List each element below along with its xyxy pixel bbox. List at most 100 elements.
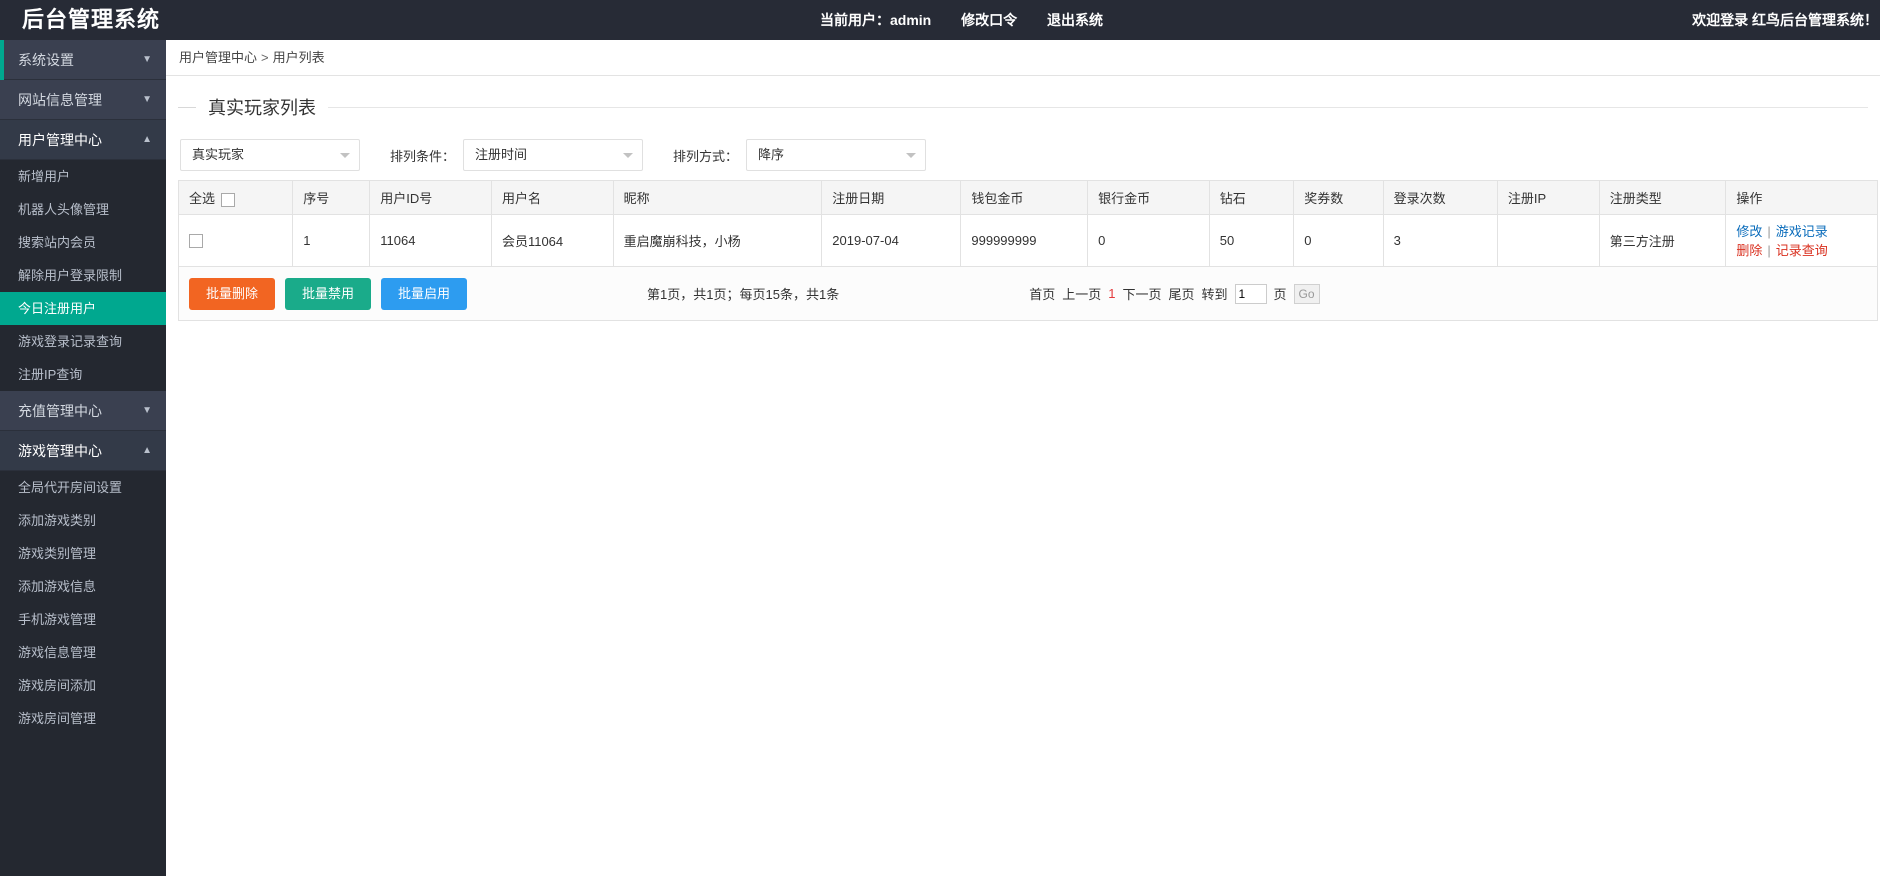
- sidebar-item-4-7[interactable]: 游戏房间管理: [0, 702, 166, 735]
- sidebar-item-2-2[interactable]: 搜索站内会员: [0, 226, 166, 259]
- sort-order-select[interactable]: 降序: [746, 139, 927, 171]
- select-all-checkbox[interactable]: [221, 192, 236, 207]
- delete-link[interactable]: 删除: [1736, 243, 1762, 258]
- sidebar-item-4-6[interactable]: 游戏房间添加: [0, 669, 166, 702]
- sidebar-item-label: 游戏信息管理: [18, 645, 97, 660]
- sidebar-item-4-2[interactable]: 游戏类别管理: [0, 537, 166, 570]
- cell-ticket-value: 0: [1304, 233, 1312, 248]
- topbar-center-group: 当前用户：admin 修改口令 退出系统: [820, 0, 1103, 40]
- cell-reg-ip: [1496, 214, 1600, 267]
- row-checkbox[interactable]: [189, 234, 203, 249]
- sidebar-item-2-3[interactable]: 解除用户登录限制: [0, 259, 166, 292]
- page-title: 真实玩家列表: [208, 98, 316, 118]
- sidebar-item-label: 机器人头像管理: [18, 202, 110, 217]
- player-type-select[interactable]: 真实玩家: [180, 139, 360, 171]
- chevron-down-icon: ▼: [142, 54, 152, 65]
- action-line-1: 修改 | 游戏记录: [1736, 222, 1867, 241]
- cell-username-value: 会员11064: [501, 234, 564, 249]
- cell-bank-coin: 0: [1087, 214, 1210, 267]
- sidebar-item-2-1[interactable]: 机器人头像管理: [0, 193, 166, 226]
- cell-diamond: 50: [1208, 214, 1295, 267]
- breadcrumb-parent[interactable]: 用户管理中心: [179, 50, 257, 65]
- sidebar-item-4-0[interactable]: 全局代开房间设置: [0, 471, 166, 504]
- sidebar-group-2[interactable]: 用户管理中心 ▲: [0, 120, 166, 160]
- current-user-label: 当前用户：admin: [820, 12, 932, 28]
- sidebar-group-label: 系统设置: [18, 52, 74, 68]
- sidebar-item-label: 注册IP查询: [18, 367, 83, 382]
- cell-reg-type: 第三方注册: [1598, 214, 1727, 267]
- sidebar-item-label: 添加游戏信息: [18, 579, 97, 594]
- column-header-label: 用户名: [501, 191, 541, 206]
- column-header-0: 全选: [177, 180, 294, 215]
- page-current: 1: [1108, 286, 1116, 301]
- cell-nickname-value: 重启魔崩科技，小杨: [623, 234, 741, 249]
- batch-enable-button[interactable]: 批量启用: [381, 277, 468, 310]
- column-header-label: 序号: [303, 191, 330, 206]
- chevron-down-icon: [623, 153, 634, 158]
- column-header-10: 登录次数: [1382, 180, 1498, 215]
- sidebar-item-label: 游戏登录记录查询: [18, 334, 123, 349]
- cell-index: 1: [292, 214, 371, 267]
- title-rule-right: [328, 106, 1868, 108]
- sidebar-item-label: 添加游戏类别: [18, 513, 97, 528]
- chevron-up-icon: ▲: [142, 445, 152, 456]
- sidebar-item-label: 游戏房间管理: [18, 711, 97, 726]
- sidebar-item-4-5[interactable]: 游戏信息管理: [0, 636, 166, 669]
- column-header-label: 钻石: [1219, 191, 1246, 206]
- sort-order-label: 排列方式：: [673, 148, 739, 164]
- sidebar-item-label: 搜索站内会员: [18, 235, 97, 250]
- cell-login-count-value: 3: [1393, 233, 1401, 248]
- sidebar-group-1[interactable]: 网站信息管理 ▼: [0, 80, 166, 120]
- pagination-controls: 首页 上一页 1 下一页 尾页 转到 页 Go: [1029, 283, 1320, 304]
- welcome-message: 欢迎登录 红鸟后台管理系统！: [1692, 12, 1878, 28]
- title-rule-left: [178, 106, 196, 108]
- sort-field-select[interactable]: 注册时间: [463, 139, 644, 171]
- sidebar-group-3[interactable]: 充值管理中心 ▼: [0, 391, 166, 431]
- sidebar-group-4[interactable]: 游戏管理中心 ▲: [0, 431, 166, 471]
- sidebar-item-4-3[interactable]: 添加游戏信息: [0, 570, 166, 603]
- batch-delete-button[interactable]: 批量删除: [189, 277, 276, 310]
- pagination-summary: 第1页，共1页；每页15条，共1条: [647, 287, 840, 302]
- chevron-down-icon: ▼: [142, 405, 152, 416]
- batch-disable-button[interactable]: 批量禁用: [285, 277, 372, 310]
- chevron-down-icon: [906, 153, 917, 158]
- sidebar-item-2-5[interactable]: 游戏登录记录查询: [0, 325, 166, 358]
- sidebar-item-4-1[interactable]: 添加游戏类别: [0, 504, 166, 537]
- query-record-link[interactable]: 记录查询: [1776, 243, 1828, 258]
- sidebar-item-2-0[interactable]: 新增用户: [0, 160, 166, 193]
- column-header-label: 用户ID号: [380, 191, 433, 206]
- page-last-link[interactable]: 尾页: [1168, 284, 1194, 303]
- page-prev-link[interactable]: 上一页: [1062, 284, 1101, 303]
- page-first-link[interactable]: 首页: [1029, 284, 1055, 303]
- change-password-link[interactable]: 修改口令: [961, 12, 1017, 28]
- sidebar-group-0[interactable]: 系统设置 ▼: [0, 40, 166, 80]
- column-header-7: 银行金币: [1087, 180, 1210, 215]
- sidebar-item-label: 解除用户登录限制: [18, 268, 123, 283]
- column-header-label: 银行金币: [1098, 191, 1151, 206]
- page-jump-label: 转到: [1201, 287, 1228, 302]
- cell-reg-type-value: 第三方注册: [1609, 234, 1675, 249]
- chevron-up-icon: ▲: [142, 134, 152, 145]
- sidebar-item-label: 游戏类别管理: [18, 546, 97, 561]
- game-record-link[interactable]: 游戏记录: [1776, 224, 1828, 239]
- column-header-6: 钱包金币: [960, 180, 1089, 215]
- sidebar-item-label: 游戏房间添加: [18, 678, 97, 693]
- table-head: 全选 序号 用户ID号 用户名 昵称 注册日期 钱包金币 银行金币 钻石 奖券数 登录次数 注册IP 注…: [177, 180, 1878, 215]
- sidebar-item-2-4[interactable]: 今日注册用户: [0, 292, 166, 325]
- page-title-row: 真实玩家列表: [178, 84, 1868, 130]
- logout-link[interactable]: 退出系统: [1047, 12, 1103, 28]
- column-header-5: 注册日期: [821, 180, 962, 215]
- column-header-13: 操作: [1725, 180, 1878, 215]
- sidebar-item-label: 手机游戏管理: [18, 612, 97, 627]
- page-go-button[interactable]: Go: [1293, 283, 1320, 304]
- breadcrumb-current: 用户列表: [272, 50, 325, 65]
- user-table: 全选 序号 用户ID号 用户名 昵称 注册日期 钱包金币 银行金币 钻石 奖券数 登录次数 注册IP 注…: [177, 180, 1878, 267]
- sidebar-item-2-6[interactable]: 注册IP查询: [0, 358, 166, 391]
- column-header-label: 注册IP: [1507, 191, 1547, 206]
- page-next-link[interactable]: 下一页: [1122, 284, 1161, 303]
- page-jump-input[interactable]: [1234, 283, 1267, 304]
- sidebar-item-4-4[interactable]: 手机游戏管理: [0, 603, 166, 636]
- column-header-4: 昵称: [612, 180, 823, 215]
- cell-actions: 修改 | 游戏记录 删除 | 记录查询: [1725, 214, 1878, 267]
- edit-link[interactable]: 修改: [1736, 224, 1762, 239]
